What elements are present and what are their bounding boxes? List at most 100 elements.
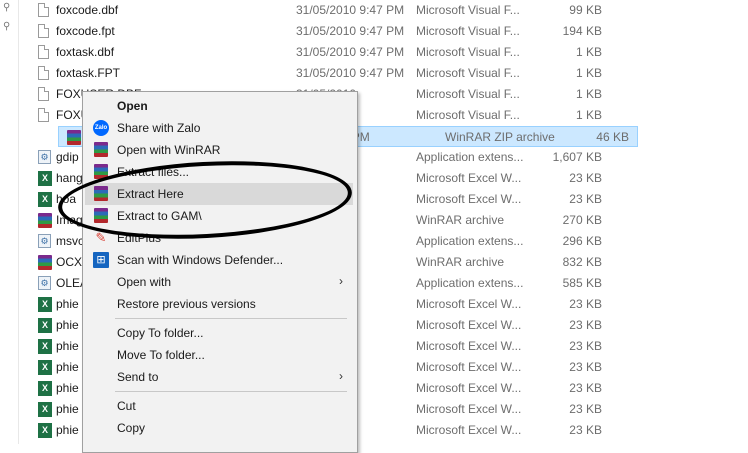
file-icon <box>38 24 52 40</box>
file-name: foxtask.FPT <box>56 66 121 80</box>
file-name: msvc <box>56 234 84 248</box>
menu-item-open-with[interactable]: Open with › <box>85 271 353 293</box>
pin-icon[interactable]: ⚲ <box>3 22 13 32</box>
dll-icon: ⚙ <box>38 234 52 250</box>
menu-item-extract-here[interactable]: Extract Here <box>85 183 353 205</box>
file-type: Microsoft Excel W... <box>416 339 522 353</box>
file-size: 23 KB <box>569 402 602 416</box>
file-size: 1 KB <box>575 45 602 59</box>
file-row[interactable]: foxtask.FPT 31/05/2010 9:47 PM Microsoft V… <box>30 63 610 84</box>
menu-item-label: Extract to GAM\ <box>117 209 202 223</box>
file-type: Microsoft Visual F... <box>416 108 520 122</box>
excel-icon: X <box>38 360 52 376</box>
file-type: Application extens... <box>416 276 524 290</box>
excel-icon: X <box>38 318 52 334</box>
editplus-icon: ✎ <box>95 230 107 245</box>
file-name: phie <box>56 402 79 416</box>
menu-item-label: Send to <box>117 370 159 384</box>
menu-item-extract-to-gam[interactable]: Extract to GAM\ <box>85 205 353 227</box>
menu-item-label: Open <box>117 99 148 113</box>
file-name: foxtask.dbf <box>56 45 115 59</box>
file-name: hoa <box>56 192 77 206</box>
file-type: Microsoft Excel W... <box>416 297 522 311</box>
menu-item-send-to[interactable]: Send to › <box>85 366 353 388</box>
file-type: Microsoft Excel W... <box>416 192 522 206</box>
file-size: 1 KB <box>575 66 602 80</box>
file-name: foxcode.fpt <box>56 24 115 38</box>
file-name: phie <box>56 318 79 332</box>
pin-icon[interactable]: ⚲ <box>3 3 13 13</box>
winrar-icon <box>38 255 52 271</box>
file-size: 1,607 KB <box>552 150 602 164</box>
menu-item-label: Extract files... <box>117 165 190 179</box>
file-row[interactable]: foxtask.dbf 31/05/2010 9:47 PM Microsoft V… <box>30 42 610 63</box>
file-icon <box>38 108 52 124</box>
file-name: phie <box>56 360 79 374</box>
menu-item-label: Extract Here <box>117 187 184 201</box>
file-type: Microsoft Visual F... <box>416 45 520 59</box>
menu-item-restore-versions[interactable]: Restore previous versions <box>85 293 353 315</box>
file-type: Microsoft Excel W... <box>416 402 522 416</box>
file-icon <box>38 66 52 82</box>
file-date: 31/05/2010 9:47 PM <box>296 3 405 17</box>
file-size: 1 KB <box>575 87 602 101</box>
file-type: Microsoft Visual F... <box>416 66 520 80</box>
file-date: 31/05/2010 9:47 PM <box>296 66 405 80</box>
menu-item-label: Open with WinRAR <box>117 143 221 157</box>
file-type: WinRAR ZIP archive <box>445 130 555 144</box>
file-type: Microsoft Visual F... <box>416 24 520 38</box>
winrar-icon <box>67 130 81 146</box>
menu-item-open-winrar[interactable]: Open with WinRAR <box>85 139 353 161</box>
menu-item-share-zalo[interactable]: Zalo Share with Zalo <box>85 117 353 139</box>
menu-item-label: Share with Zalo <box>117 121 201 135</box>
menu-item-move-to-folder[interactable]: Move To folder... <box>85 344 353 366</box>
menu-item-label: EditPlus <box>117 231 162 245</box>
excel-icon: X <box>38 381 52 397</box>
file-type: Application extens... <box>416 150 524 164</box>
file-row[interactable]: foxcode.fpt 31/05/2010 9:47 PM Microsoft V… <box>30 21 610 42</box>
menu-separator <box>115 391 347 392</box>
windows-defender-icon: ⊞ <box>93 252 109 268</box>
file-name: phie <box>56 297 79 311</box>
file-icon <box>38 3 52 19</box>
file-icon <box>38 45 52 61</box>
dll-icon: ⚙ <box>38 150 52 166</box>
file-row[interactable]: foxcode.dbf 31/05/2010 9:47 PM Microsoft V… <box>30 0 610 21</box>
file-size: 23 KB <box>569 297 602 311</box>
menu-item-editplus[interactable]: ✎ EditPlus <box>85 227 353 249</box>
excel-icon: X <box>38 171 52 187</box>
file-name: OCX <box>56 255 83 269</box>
file-size: 23 KB <box>569 318 602 332</box>
menu-item-copy[interactable]: Copy <box>85 417 353 439</box>
winrar-icon <box>93 164 109 180</box>
file-icon <box>38 87 52 103</box>
file-size: 296 KB <box>562 234 602 248</box>
excel-icon: X <box>38 297 52 313</box>
file-size: 23 KB <box>569 423 602 437</box>
menu-item-cut[interactable]: Cut <box>85 395 353 417</box>
winrar-icon <box>93 186 109 202</box>
dll-icon: ⚙ <box>38 276 52 292</box>
quick-access-strip: ⚲ ⚲ <box>0 0 19 444</box>
file-size: 46 KB <box>596 130 629 144</box>
menu-item-extract-files[interactable]: Extract files... <box>85 161 353 183</box>
file-type: Microsoft Visual F... <box>416 87 520 101</box>
file-type: WinRAR archive <box>416 255 505 269</box>
file-size: 23 KB <box>569 381 602 395</box>
file-name: Imag <box>56 213 83 227</box>
chevron-right-icon: › <box>339 274 343 288</box>
file-type: Microsoft Excel W... <box>416 171 522 185</box>
file-type: Microsoft Excel W... <box>416 360 522 374</box>
menu-item-scan-defender[interactable]: ⊞ Scan with Windows Defender... <box>85 249 353 271</box>
menu-item-copy-to-folder[interactable]: Copy To folder... <box>85 322 353 344</box>
file-name: phie <box>56 381 79 395</box>
excel-icon: X <box>38 192 52 208</box>
file-name: hang <box>56 171 83 185</box>
file-date: 31/05/2010 9:47 PM <box>296 24 405 38</box>
file-name: phie <box>56 423 79 437</box>
menu-item-label: Restore previous versions <box>117 297 256 311</box>
file-name: foxcode.dbf <box>56 3 119 17</box>
excel-icon: X <box>38 423 52 439</box>
menu-item-open[interactable]: Open <box>85 95 353 117</box>
menu-item-label: Cut <box>117 399 136 413</box>
